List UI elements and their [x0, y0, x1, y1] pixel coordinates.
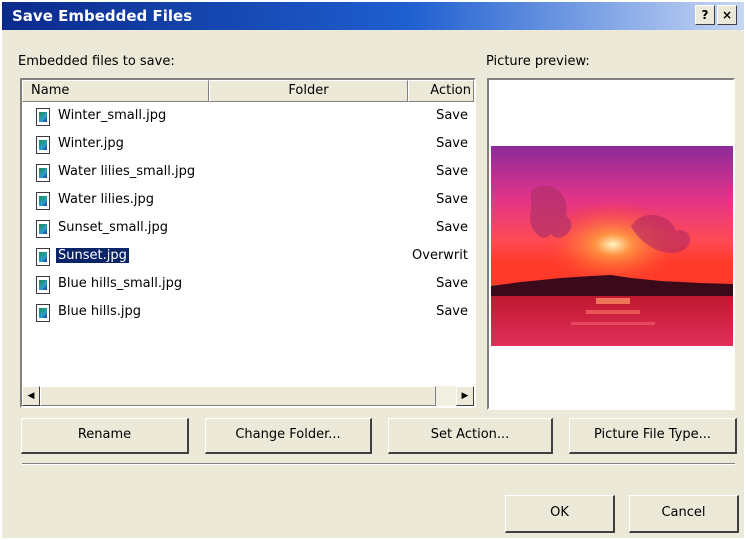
- jpeg-file-icon: [36, 248, 50, 266]
- ok-button[interactable]: OK: [505, 495, 615, 533]
- file-row[interactable]: Water lilies.jpg Save: [22, 188, 474, 216]
- sunset-preview-image: [491, 146, 733, 346]
- separator-line: [22, 463, 735, 465]
- jpeg-file-icon: [36, 192, 50, 210]
- jpeg-file-icon: [36, 220, 50, 238]
- file-action: Save: [436, 192, 468, 207]
- file-name: Winter.jpg: [58, 136, 124, 151]
- file-name: Winter_small.jpg: [58, 108, 167, 123]
- file-action: Save: [436, 304, 468, 319]
- file-action: Save: [436, 108, 468, 123]
- column-header-folder[interactable]: Folder: [209, 80, 408, 102]
- file-action: Save: [436, 136, 468, 151]
- file-name: Blue hills_small.jpg: [58, 276, 183, 291]
- column-header-action[interactable]: Action: [408, 80, 474, 102]
- file-row[interactable]: Water lilies_small.jpg Save: [22, 160, 474, 188]
- set-action-button[interactable]: Set Action...: [388, 418, 553, 454]
- change-folder-button[interactable]: Change Folder...: [205, 418, 372, 454]
- cancel-button[interactable]: Cancel: [629, 495, 739, 533]
- file-name: Water lilies.jpg: [58, 192, 155, 207]
- dialog-title: Save Embedded Files: [12, 7, 193, 25]
- file-name: Blue hills.jpg: [58, 304, 141, 319]
- file-row[interactable]: Winter_small.jpg Save: [22, 104, 474, 132]
- file-name: Sunset.jpg: [55, 247, 130, 264]
- jpeg-file-icon: [36, 276, 50, 294]
- close-button[interactable]: ×: [717, 5, 737, 25]
- file-rows: Winter_small.jpg Save Winter.jpg Save Water …: [22, 104, 474, 328]
- scroll-right-button[interactable]: ▶: [456, 386, 474, 406]
- file-name: Sunset_small.jpg: [58, 220, 168, 235]
- picture-file-type-button[interactable]: Picture File Type...: [569, 418, 737, 454]
- file-action: Save: [436, 276, 468, 291]
- file-row[interactable]: Sunset_small.jpg Save: [22, 216, 474, 244]
- jpeg-file-icon: [36, 136, 50, 154]
- file-action: Save: [436, 220, 468, 235]
- file-action: Overwrit: [412, 248, 468, 263]
- file-name: Water lilies_small.jpg: [58, 164, 196, 179]
- rename-button[interactable]: Rename: [21, 418, 189, 454]
- embedded-files-label: Embedded files to save:: [18, 54, 175, 69]
- file-row[interactable]: Winter.jpg Save: [22, 132, 474, 160]
- list-header: Name Folder Action: [22, 80, 474, 102]
- jpeg-file-icon: [36, 164, 50, 182]
- scrollbar-thumb[interactable]: [40, 386, 436, 406]
- title-bar[interactable]: Save Embedded Files ? ×: [2, 2, 744, 30]
- column-header-name[interactable]: Name: [22, 80, 209, 102]
- jpeg-file-icon: [36, 108, 50, 126]
- picture-preview-pane: [487, 78, 735, 410]
- embedded-files-list[interactable]: Name Folder Action Winter_small.jpg Save W…: [20, 78, 476, 408]
- horizontal-scrollbar[interactable]: ◀ ▶: [22, 386, 474, 406]
- file-row[interactable]: Blue hills_small.jpg Save: [22, 272, 474, 300]
- save-embedded-files-dialog: Save Embedded Files ? × Embedded files t…: [2, 2, 744, 538]
- file-row[interactable]: Sunset.jpg Overwrit: [22, 244, 474, 272]
- file-row[interactable]: Blue hills.jpg Save: [22, 300, 474, 328]
- picture-preview-label: Picture preview:: [486, 54, 590, 69]
- jpeg-file-icon: [36, 304, 50, 322]
- file-action: Save: [436, 164, 468, 179]
- scroll-left-button[interactable]: ◀: [22, 386, 40, 406]
- help-button[interactable]: ?: [695, 5, 715, 25]
